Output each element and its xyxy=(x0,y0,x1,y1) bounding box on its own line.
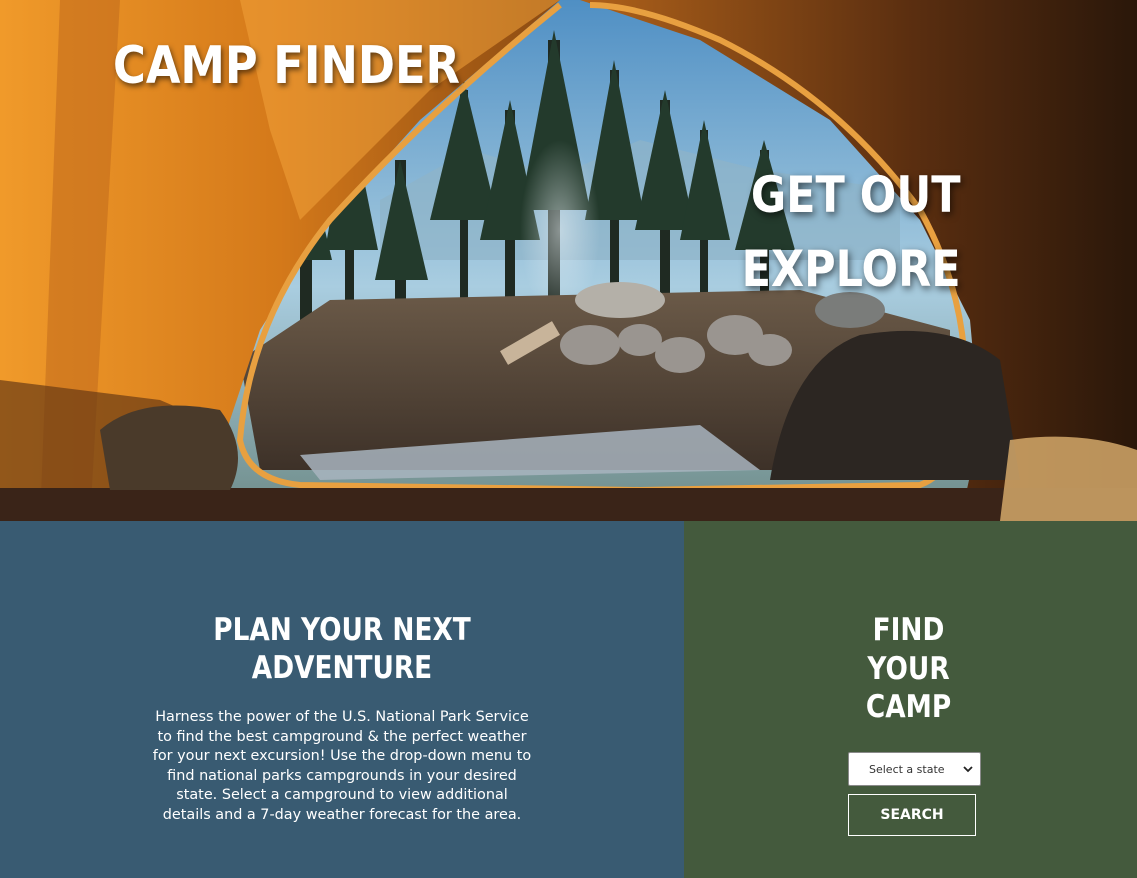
plan-heading-line-2: ADVENTURE xyxy=(251,650,433,686)
find-camp-panel: FIND YOUR CAMP Select a state SEARCH xyxy=(684,521,1137,878)
plan-adventure-panel: PLAN YOUR NEXT ADVENTURE Harness the pow… xyxy=(0,521,684,878)
find-heading-line-1: FIND xyxy=(872,612,945,648)
find-heading-line-3: CAMP xyxy=(865,689,952,725)
hero-banner: CAMP FINDER GET OUT EXPLORE xyxy=(0,0,1137,521)
search-button[interactable]: SEARCH xyxy=(848,794,976,836)
tagline-line-2: EXPLORE xyxy=(742,240,961,298)
plan-heading: PLAN YOUR NEXT ADVENTURE xyxy=(0,611,684,687)
plan-description: Harness the power of the U.S. National P… xyxy=(152,709,532,823)
find-heading: FIND YOUR CAMP xyxy=(682,611,1135,727)
chevron-down-icon xyxy=(963,766,973,773)
state-select[interactable]: Select a state xyxy=(848,752,981,786)
plan-heading-line-1: PLAN YOUR NEXT xyxy=(213,612,471,648)
site-logo-title[interactable]: CAMP FINDER xyxy=(113,36,460,96)
find-heading-line-2: YOUR xyxy=(867,650,950,687)
state-select-value: Select a state xyxy=(869,762,945,776)
tagline-line-1: GET OUT xyxy=(751,166,961,224)
hero-tagline: GET OUT EXPLORE xyxy=(742,158,961,306)
